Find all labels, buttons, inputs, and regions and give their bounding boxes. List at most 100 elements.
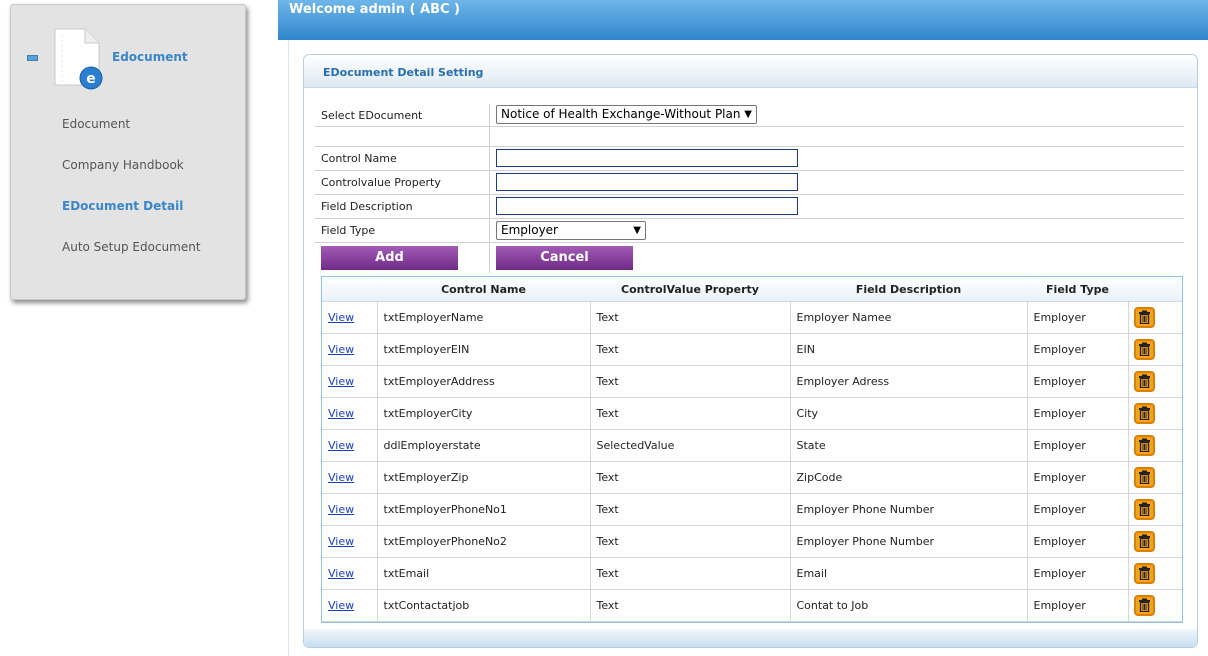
delete-icon[interactable] [1133,402,1155,424]
view-cell: View [322,333,378,366]
controlvalue-property-cell: Text [590,397,791,430]
delete-cell [1128,557,1182,590]
sidebar-title[interactable]: Edocument [112,50,188,64]
view-link[interactable]: View [328,343,354,356]
field-type-cell: Employer [1027,429,1129,462]
column-header-field-description[interactable]: Field Description [790,277,1027,302]
sidebar-header: e Edocument [11,5,245,95]
field-type-cell: Employer [1027,301,1129,334]
table-row: View txtEmployerPhoneNo2 Text Employer Phon… [322,525,1182,558]
controlvalue-property-cell: Text [590,589,791,622]
control-name-cell: txtEmployerPhoneNo2 [377,525,591,558]
column-header-control-name[interactable]: Control Name [377,277,590,302]
control-name-cell: txtEmployerAddress [377,365,591,398]
controlvalue-property-cell: Text [590,461,791,494]
table-body: View txtEmployerName Text Employer Namee Emp… [322,301,1182,622]
field-type-select-value: Employer [501,223,558,237]
delete-icon[interactable] [1133,530,1155,552]
detail-form: Select EDocument Notice of Health Exchan… [315,104,1184,273]
delete-icon[interactable] [1133,498,1155,520]
top-header: Welcome admin ( ABC ) [278,0,1208,40]
select-edocument-label: Select EDocument [321,109,423,122]
column-header-controlvalue-property[interactable]: ControlValue Property [590,277,790,302]
field-description-cell: Employer Phone Number [790,525,1028,558]
control-name-cell: txtEmployerEIN [377,333,591,366]
field-type-label: Field Type [321,224,376,237]
field-type-cell: Employer [1027,493,1129,526]
panel-header: EDocument Detail Setting [304,55,1197,88]
column-header-view [322,277,377,302]
table-row: View ddlEmployerstate SelectedValue State Em… [322,429,1182,462]
view-link[interactable]: View [328,535,354,548]
sidebar-item-auto-setup-edocument[interactable]: Auto Setup Edocument [11,228,245,269]
controlvalue-property-input[interactable] [496,173,798,191]
form-row-controlvalue-property: Controlvalue Property [315,171,1184,195]
view-link[interactable]: View [328,439,354,452]
sidebar-item-company-handbook[interactable]: Company Handbook [11,146,245,187]
view-cell: View [322,429,378,462]
controlvalue-property-cell: Text [590,365,791,398]
field-type-cell: Employer [1027,525,1129,558]
column-header-field-type[interactable]: Field Type [1027,277,1128,302]
controlvalue-property-cell: Text [590,301,791,334]
view-link[interactable]: View [328,375,354,388]
cancel-button[interactable]: Cancel [496,246,633,270]
delete-icon[interactable] [1133,338,1155,360]
table-row: View txtEmployerName Text Employer Namee Emp… [322,301,1182,334]
control-name-cell: txtEmail [377,557,591,590]
view-cell: View [322,589,378,622]
field-description-input[interactable] [496,197,798,215]
field-description-cell: Email [790,557,1028,590]
delete-icon[interactable] [1133,434,1155,456]
table-row: View txtEmployerZip Text ZipCode Employer [322,461,1182,494]
table-row: View txtEmail Text Email Employer [322,557,1182,590]
field-type-select[interactable]: Employer ▼ [496,221,646,240]
delete-cell [1128,365,1182,398]
view-cell: View [322,557,378,590]
form-row-field-type: Field Type Employer ▼ [315,219,1184,243]
view-link[interactable]: View [328,567,354,580]
sidebar-item-edocument[interactable]: Edocument [11,105,245,146]
panel-title: EDocument Detail Setting [323,66,484,79]
delete-icon[interactable] [1133,370,1155,392]
field-type-cell: Employer [1027,397,1129,430]
collapse-icon[interactable] [27,55,38,61]
controlvalue-property-cell: Text [590,333,791,366]
control-name-cell: txtEmployerName [377,301,591,334]
field-description-label: Field Description [321,200,413,213]
controlvalue-property-cell: Text [590,557,791,590]
table-row: View txtEmployerEIN Text EIN Employer [322,333,1182,366]
delete-icon[interactable] [1133,466,1155,488]
dropdown-arrow-icon: ▼ [744,109,752,120]
control-name-label: Control Name [321,152,397,165]
delete-icon[interactable] [1133,594,1155,616]
sidebar-nav: Edocument Company Handbook EDocument Det… [11,105,245,269]
control-name-cell: txtEmployerPhoneNo1 [377,493,591,526]
delete-cell [1128,461,1182,494]
view-cell: View [322,365,378,398]
view-link[interactable]: View [328,407,354,420]
delete-icon[interactable] [1133,562,1155,584]
view-cell: View [322,301,378,334]
field-description-cell: Employer Adress [790,365,1028,398]
field-description-cell: State [790,429,1028,462]
view-link[interactable]: View [328,599,354,612]
controlvalue-property-cell: Text [590,525,791,558]
edocument-icon: e [53,27,103,91]
view-link[interactable]: View [328,503,354,516]
delete-icon[interactable] [1133,306,1155,328]
field-description-cell: Employer Phone Number [790,493,1028,526]
view-link[interactable]: View [328,471,354,484]
control-name-cell: txtEmployerCity [377,397,591,430]
sidebar-item-edocument-detail[interactable]: EDocument Detail [11,187,245,228]
edocument-select[interactable]: Notice of Health Exchange-Without Plan ▼ [496,105,757,124]
control-name-cell: txtContactatjob [377,589,591,622]
delete-cell [1128,429,1182,462]
control-name-input[interactable] [496,149,798,167]
fields-grid: Control Name ControlValue Property Field… [321,276,1183,623]
view-link[interactable]: View [328,311,354,324]
sidebar: e Edocument Edocument Company Handbook E… [10,4,246,300]
welcome-text: Welcome admin ( ABC ) [289,2,460,17]
delete-cell [1128,493,1182,526]
add-button[interactable]: Add [321,246,458,270]
